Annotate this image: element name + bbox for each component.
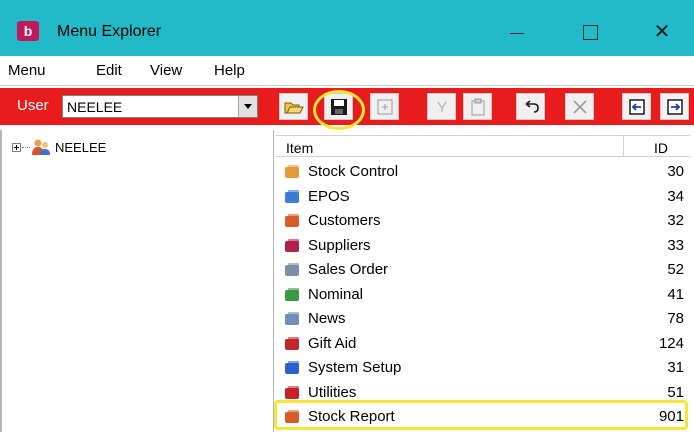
tree-node-root[interactable]: NEELEE bbox=[12, 138, 106, 156]
chevron-down-icon[interactable] bbox=[238, 96, 257, 117]
column-divider[interactable] bbox=[623, 136, 624, 156]
utilities-icon bbox=[283, 384, 305, 402]
stock-control-icon bbox=[283, 163, 305, 181]
column-header-item[interactable]: Item bbox=[286, 140, 313, 156]
list-item-label: System Setup bbox=[308, 359, 402, 376]
list-item[interactable]: Stock Control 30 bbox=[276, 160, 694, 184]
tree-node-label: NEELEE bbox=[55, 139, 107, 155]
list-item-id: 52 bbox=[667, 261, 684, 278]
list-item[interactable]: System Setup 31 bbox=[276, 356, 694, 380]
list-header: Item ID bbox=[276, 135, 690, 157]
menu-view[interactable]: View bbox=[150, 62, 182, 79]
list-item-id: 31 bbox=[667, 359, 684, 376]
filter-button[interactable] bbox=[427, 93, 456, 120]
list-item-label: News bbox=[308, 310, 346, 327]
column-header-id[interactable]: ID bbox=[654, 140, 668, 156]
tree-pane: NEELEE bbox=[0, 130, 274, 432]
list-item-label: Gift Aid bbox=[308, 334, 357, 352]
list-item-id: 78 bbox=[667, 310, 684, 327]
import-icon bbox=[628, 98, 645, 115]
maximize-button[interactable] bbox=[568, 14, 612, 50]
export-icon bbox=[666, 98, 683, 115]
undo-icon bbox=[525, 99, 539, 113]
list-item[interactable]: News 78 bbox=[276, 307, 694, 331]
list-item-label: Nominal bbox=[308, 285, 364, 303]
list-item-id: 30 bbox=[667, 163, 684, 180]
new-item-icon bbox=[377, 99, 392, 114]
list-item-id: 32 bbox=[667, 212, 684, 229]
list-item-label: Suppliers bbox=[308, 236, 371, 254]
list-item[interactable]: EPOS 34 bbox=[276, 185, 694, 209]
list-item[interactable]: Nominal 41 bbox=[276, 283, 694, 307]
app-icon: b bbox=[17, 21, 39, 41]
tree-connector bbox=[22, 146, 30, 148]
expand-icon[interactable] bbox=[12, 142, 21, 152]
save-button-highlight bbox=[313, 90, 365, 130]
close-button[interactable]: ✕ bbox=[640, 14, 684, 50]
list-item-label: Stock Control bbox=[308, 163, 399, 180]
list-item[interactable]: Sales Order 52 bbox=[276, 258, 694, 282]
suppliers-icon bbox=[283, 237, 305, 255]
menu-menu[interactable]: Menu bbox=[8, 62, 46, 79]
user-label: User bbox=[17, 97, 49, 114]
user-group-icon bbox=[32, 139, 50, 155]
open-button[interactable] bbox=[279, 93, 308, 120]
list-item-label: Utilities bbox=[308, 383, 357, 401]
list-item-label: Customers bbox=[308, 212, 381, 229]
list-item-id: 51 bbox=[667, 383, 684, 401]
clipboard-icon bbox=[471, 98, 484, 115]
menu-edit[interactable]: Edit bbox=[96, 62, 122, 79]
new-item-button[interactable] bbox=[370, 93, 399, 120]
menu-help[interactable]: Help bbox=[214, 62, 245, 79]
import-button[interactable] bbox=[622, 93, 651, 120]
list-item[interactable]: Suppliers 33 bbox=[276, 234, 694, 258]
undo-button[interactable] bbox=[516, 93, 545, 120]
item-list: Item ID Stock Control 30 EPOS 34 Customers 32… bbox=[276, 130, 694, 432]
nominal-icon bbox=[283, 286, 305, 304]
list-item-id: 41 bbox=[667, 285, 684, 303]
customers-icon bbox=[283, 212, 305, 230]
list-item[interactable]: Customers 32 bbox=[276, 209, 694, 233]
system-setup-icon bbox=[283, 359, 305, 377]
news-icon bbox=[283, 310, 305, 328]
menu-bar: Menu Edit View Help bbox=[0, 56, 694, 86]
clipboard-button[interactable] bbox=[463, 93, 492, 120]
user-select-value: NEELEE bbox=[67, 99, 123, 115]
user-select[interactable]: NEELEE bbox=[62, 95, 258, 118]
epos-icon bbox=[283, 188, 305, 206]
list-item-label: Sales Order bbox=[308, 261, 389, 278]
title-bar: b Menu Explorer ✕ bbox=[0, 0, 694, 56]
stock-report-highlight bbox=[274, 400, 688, 430]
list-item[interactable]: Gift Aid 124 bbox=[276, 332, 694, 356]
open-folder-icon bbox=[284, 102, 304, 113]
window-title: Menu Explorer bbox=[57, 23, 162, 40]
list-item-id: 34 bbox=[667, 187, 684, 205]
filter-icon bbox=[437, 101, 446, 112]
delete-button[interactable] bbox=[565, 93, 594, 120]
gift-aid-icon bbox=[283, 335, 305, 353]
list-item-id: 124 bbox=[658, 334, 684, 352]
list-item-id: 33 bbox=[667, 236, 684, 254]
sales-order-icon bbox=[283, 261, 305, 279]
delete-icon bbox=[572, 99, 587, 114]
export-button[interactable] bbox=[660, 93, 689, 120]
list-item-label: EPOS bbox=[308, 187, 350, 205]
minimize-button[interactable] bbox=[495, 14, 539, 50]
